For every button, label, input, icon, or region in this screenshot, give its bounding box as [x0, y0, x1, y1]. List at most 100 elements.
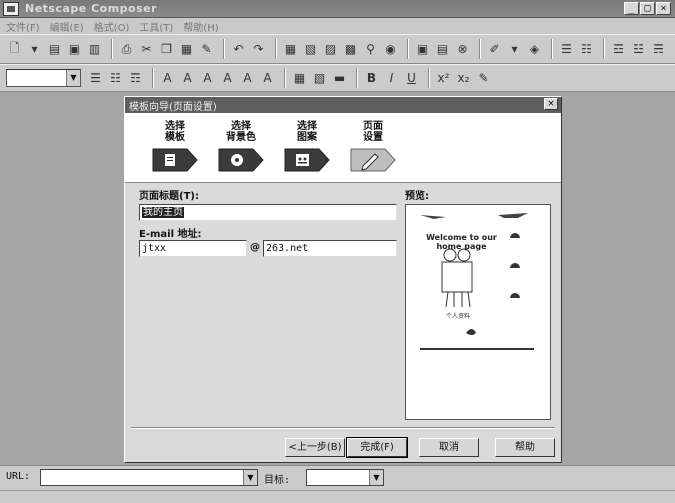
- align-center-icon[interactable]: ☷: [578, 41, 595, 58]
- step-label: 选择 图案: [297, 121, 317, 143]
- back-button[interactable]: <上一步(B): [285, 438, 345, 457]
- frame-icon[interactable]: ▨: [322, 41, 339, 58]
- image-icon[interactable]: ▧: [302, 41, 319, 58]
- dialog-close-button[interactable]: ×: [544, 98, 558, 110]
- print-icon[interactable]: ⎙: [118, 41, 135, 58]
- menu-tools[interactable]: 工具(T): [137, 19, 175, 34]
- menu-file[interactable]: 文件(F): [4, 19, 42, 34]
- app-icon: [3, 1, 19, 16]
- dialog-title: 模板向导(页面设置): [129, 101, 217, 113]
- target-label: 目标:: [264, 475, 291, 486]
- align-left-icon[interactable]: ☰: [558, 41, 575, 58]
- font-icon[interactable]: A: [239, 70, 256, 87]
- step-select-template[interactable]: 选择 模板: [145, 121, 205, 173]
- save-icon[interactable]: ▣: [66, 41, 83, 58]
- toolbar-separator: [479, 39, 481, 59]
- font-size-down-icon[interactable]: A: [179, 70, 196, 87]
- bold-icon[interactable]: B: [363, 70, 380, 87]
- cut-icon[interactable]: ✂: [138, 41, 155, 58]
- image-insert-icon[interactable]: ▧: [311, 70, 328, 87]
- close-button[interactable]: ×: [656, 2, 671, 15]
- chevron-down-icon[interactable]: ▼: [243, 470, 257, 485]
- dialog-titlebar: 模板向导(页面设置) ×: [125, 97, 561, 113]
- outdent2-icon[interactable]: ☶: [127, 70, 144, 87]
- chevron-down-icon[interactable]: ▼: [369, 470, 383, 485]
- url-label: URL:: [6, 471, 31, 482]
- email-user-input[interactable]: jtxx: [139, 240, 247, 257]
- wizard-steps: 选择 模板 选择 背景色 选择 图案 页面 设置: [125, 113, 561, 183]
- stop-icon[interactable]: ⊗: [454, 41, 471, 58]
- preview-label: 预览:: [405, 191, 429, 202]
- outdent-icon[interactable]: ☴: [650, 41, 667, 58]
- draw-icon[interactable]: ✐: [486, 41, 503, 58]
- email-at-sign: @: [250, 242, 260, 253]
- dialog-separator: [131, 427, 555, 429]
- hr-insert-icon[interactable]: ▬: [331, 70, 348, 87]
- save-as-icon[interactable]: ▥: [86, 41, 103, 58]
- layout-icon[interactable]: ▤: [434, 41, 451, 58]
- menu-format[interactable]: 格式(O): [92, 19, 132, 34]
- copy-icon[interactable]: ❐: [158, 41, 175, 58]
- pencil-icon: [350, 148, 396, 172]
- maximize-button[interactable]: □: [640, 2, 655, 15]
- page-title-input[interactable]: 我的主页: [139, 204, 397, 221]
- fill-icon[interactable]: ◈: [526, 41, 543, 58]
- email-label: E-mail 地址:: [139, 229, 202, 240]
- table-icon[interactable]: ▦: [282, 41, 299, 58]
- step-label: 选择 背景色: [226, 121, 256, 143]
- step-label: 选择 模板: [165, 121, 185, 143]
- app-title: Netscape Composer: [25, 2, 158, 15]
- template-wizard-dialog: 模板向导(页面设置) × 选择 模板 选择 背景色 选择 图案 页面 设置 页面…: [124, 96, 562, 463]
- toolbar-separator: [407, 39, 409, 59]
- open-folder-icon[interactable]: ▤: [46, 41, 63, 58]
- color-icon[interactable]: ▾: [506, 41, 523, 58]
- help-button[interactable]: 帮助: [495, 438, 555, 457]
- step-page-settings[interactable]: 页面 设置: [343, 121, 403, 173]
- paste-icon[interactable]: ▦: [178, 41, 195, 58]
- document-icon: [152, 148, 198, 172]
- open-file-icon[interactable]: ▾: [26, 41, 43, 58]
- chevron-down-icon[interactable]: ▼: [66, 70, 80, 86]
- cancel-button[interactable]: 取消: [419, 438, 479, 457]
- redo-icon[interactable]: ↷: [250, 41, 267, 58]
- status-strip: [0, 490, 675, 503]
- email-domain-input[interactable]: 263.net: [263, 240, 397, 257]
- font-size-up-icon[interactable]: A: [159, 70, 176, 87]
- step-select-pattern[interactable]: 选择 图案: [277, 121, 337, 173]
- finish-button[interactable]: 完成(F): [346, 437, 408, 458]
- table-insert-icon[interactable]: ▦: [291, 70, 308, 87]
- toolbar-separator: [111, 39, 113, 59]
- page-title-label: 页面标题(T):: [139, 191, 199, 202]
- bullet-list-icon[interactable]: ☰: [87, 70, 104, 87]
- text-color-icon[interactable]: A: [199, 70, 216, 87]
- undo-icon[interactable]: ↶: [230, 41, 247, 58]
- new-file-icon[interactable]: 🗋: [6, 41, 23, 58]
- preview-icon[interactable]: ◉: [382, 41, 399, 58]
- format-toolbar: ▼ ☰ ☷ ☶ A A A A A A ▦ ▧ ▬ B I U x² x₂ ✎: [0, 64, 675, 92]
- highlight-icon[interactable]: A: [219, 70, 236, 87]
- indent-icon[interactable]: ☳: [630, 41, 647, 58]
- underline-icon[interactable]: U: [403, 70, 420, 87]
- subscript-icon[interactable]: x₂: [455, 70, 472, 87]
- menu-bar: 文件(F) 编辑(E) 格式(O) 工具(T) 帮助(H): [0, 18, 675, 34]
- url-input[interactable]: ▼: [40, 469, 258, 486]
- font-face-icon[interactable]: A: [259, 70, 276, 87]
- list-icon[interactable]: ☲: [610, 41, 627, 58]
- italic-icon[interactable]: I: [383, 70, 400, 87]
- superscript-icon[interactable]: x²: [435, 70, 452, 87]
- browser-icon[interactable]: ▣: [414, 41, 431, 58]
- link-icon[interactable]: ⚲: [362, 41, 379, 58]
- format-painter-icon[interactable]: ✎: [198, 41, 215, 58]
- app-titlebar: Netscape Composer _ □ ×: [0, 0, 675, 18]
- target-select[interactable]: ▼: [306, 469, 384, 486]
- style-combo[interactable]: ▼: [6, 69, 81, 87]
- toolbar-separator: [428, 68, 430, 88]
- minimize-button[interactable]: _: [624, 2, 639, 15]
- pin-icon[interactable]: ✎: [475, 70, 492, 87]
- toolbar-separator: [275, 39, 277, 59]
- menu-help[interactable]: 帮助(H): [181, 19, 220, 34]
- form-icon[interactable]: ▩: [342, 41, 359, 58]
- menu-edit[interactable]: 编辑(E): [48, 19, 86, 34]
- step-select-bgcolor[interactable]: 选择 背景色: [211, 121, 271, 173]
- number-list-icon[interactable]: ☷: [107, 70, 124, 87]
